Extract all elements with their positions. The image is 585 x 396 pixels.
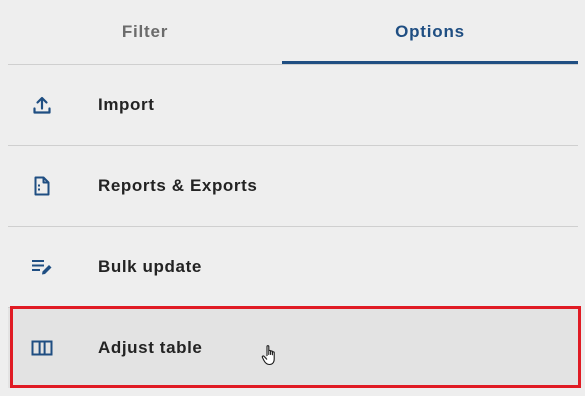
menu-item-label: Reports & Exports xyxy=(98,176,258,195)
menu-item-import[interactable]: Import xyxy=(8,65,578,146)
tab-options[interactable]: Options xyxy=(282,0,578,64)
tab-bar: Filter Options xyxy=(8,0,578,65)
menu-item-bulk-update[interactable]: Bulk update xyxy=(8,227,578,308)
hand-pointer-cursor-icon xyxy=(261,345,275,366)
menu-item-label: Import xyxy=(98,95,155,114)
upload-icon xyxy=(33,96,51,114)
document-icon xyxy=(34,176,50,196)
edit-list-icon xyxy=(32,260,52,275)
menu-item-label: Bulk update xyxy=(98,257,202,276)
active-tab-indicator xyxy=(282,61,578,64)
tab-filter[interactable]: Filter xyxy=(8,0,282,64)
menu-item-adjust-table[interactable]: Adjust table xyxy=(8,308,578,388)
menu-item-label: Adjust table xyxy=(98,338,203,357)
menu-item-reports-exports[interactable]: Reports & Exports xyxy=(8,146,578,227)
table-columns-icon xyxy=(31,340,53,356)
